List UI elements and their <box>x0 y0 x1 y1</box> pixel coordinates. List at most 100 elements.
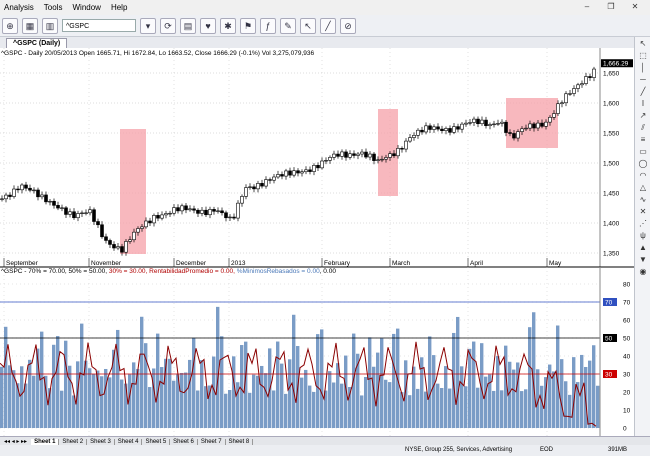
trendline-icon[interactable]: ╱ <box>637 86 649 97</box>
channel-icon[interactable]: ⫽ <box>637 122 649 133</box>
candle-body <box>324 160 328 162</box>
menu-item-tools[interactable]: Tools <box>44 3 63 12</box>
gann-icon[interactable]: ✕ <box>637 206 649 217</box>
candle-body <box>148 220 152 224</box>
symbol-selector[interactable]: ^GSPC <box>62 19 136 32</box>
indicator-pane-header: ^GSPC - 70% = 70.00, 50% = 50.00, 30% = … <box>1 268 336 275</box>
volume-bar <box>80 323 84 428</box>
candle-body <box>480 119 484 125</box>
volume-bar <box>460 366 464 428</box>
heart-icon[interactable]: ♥ <box>200 17 216 34</box>
volume-bar <box>232 356 236 428</box>
volume-bar <box>140 316 144 428</box>
candle-body <box>472 118 476 123</box>
volume-bar <box>500 390 504 428</box>
candle-body <box>152 215 156 224</box>
select-icon[interactable]: ⬚ <box>637 50 649 61</box>
candle-body <box>592 68 596 78</box>
ray-icon[interactable]: ↗ <box>637 110 649 121</box>
candle-body <box>8 194 12 197</box>
formula-icon[interactable]: ƒ <box>260 17 276 34</box>
pointer-icon[interactable]: ↖ <box>637 38 649 49</box>
vertical-line-icon[interactable]: │ <box>637 62 649 73</box>
sheet-tab-1[interactable]: Sheet 1 <box>31 438 60 445</box>
candle-body <box>536 122 540 129</box>
sheet-tab-5[interactable]: Sheet 5 <box>142 438 171 445</box>
layout-icon[interactable]: ▤ <box>180 17 196 34</box>
arrow-up-icon[interactable]: ▲ <box>637 242 649 253</box>
fan-icon[interactable]: ⋰ <box>637 218 649 229</box>
candle-body <box>396 148 400 157</box>
candle-body <box>440 128 444 132</box>
volume-bar <box>552 371 556 428</box>
volume-bar <box>92 373 96 428</box>
cursor-icon[interactable]: ↖ <box>300 17 316 34</box>
menu-item-help[interactable]: Help <box>111 3 127 12</box>
horizontal-line-icon[interactable]: ─ <box>637 74 649 85</box>
volume-bar <box>248 392 252 428</box>
restore-icon[interactable]: ❐ <box>606 2 616 12</box>
volume-bar <box>448 388 452 428</box>
candle-body <box>228 216 232 219</box>
triangle-icon[interactable]: △ <box>637 182 649 193</box>
chart-type-icon[interactable]: ▥ <box>42 17 58 34</box>
x-tick-label: September <box>6 260 39 267</box>
candle-body <box>292 170 296 176</box>
dropdown-icon[interactable]: ▾ <box>140 17 156 34</box>
candle-body <box>488 124 492 126</box>
candle-body <box>88 209 92 214</box>
link-icon[interactable]: ⊘ <box>340 17 356 34</box>
menu-item-analysis[interactable]: Analysis <box>4 3 34 12</box>
pen-icon[interactable]: ✎ <box>280 17 296 34</box>
candle-body <box>252 186 256 190</box>
alert-icon[interactable]: ⚑ <box>240 17 256 34</box>
arrow-down-icon[interactable]: ▼ <box>637 254 649 265</box>
zoom-icon[interactable]: ⊕ <box>2 17 18 34</box>
sheet-tab-2[interactable]: Sheet 2 <box>59 438 88 445</box>
settings-icon[interactable]: ✱ <box>220 17 236 34</box>
candle-body <box>276 174 280 178</box>
candle-body <box>376 159 380 161</box>
candle-body <box>532 123 536 129</box>
candle-body <box>556 103 560 114</box>
close-icon[interactable]: ✕ <box>630 2 640 12</box>
text-tool-icon[interactable]: I <box>637 98 649 109</box>
candle-body <box>256 183 260 190</box>
sheet-tab-3[interactable]: Sheet 3 <box>87 438 115 445</box>
candle-body <box>140 226 144 229</box>
menu-item-window[interactable]: Window <box>72 3 100 12</box>
candle-body <box>560 102 564 105</box>
nav-arrows-icon[interactable]: ◂◂ ◂ ▸ ▸▸ <box>0 438 31 445</box>
rectangle-icon[interactable]: ▭ <box>637 146 649 157</box>
calendar-icon[interactable]: ▦ <box>22 17 38 34</box>
pitchfork-icon[interactable]: ψ <box>637 230 649 241</box>
indicator-tick-label: 0 <box>623 426 627 433</box>
sheet-tab-7[interactable]: Sheet 7 <box>198 438 226 445</box>
volume-bar <box>384 379 388 428</box>
menu-bar: Analysis Tools Window Help – ❐ ✕ <box>0 0 650 15</box>
chart-area[interactable]: 1,650 1,600 1,550 1,500 1,450 1,400 1,350 1,666… <box>0 48 634 447</box>
volume-bar <box>284 393 288 428</box>
minimize-icon[interactable]: – <box>582 2 592 12</box>
sheet-tab-4[interactable]: Sheet 4 <box>115 438 143 445</box>
candle-body <box>468 122 472 124</box>
candle-body <box>216 210 220 212</box>
candle-body <box>128 239 132 242</box>
globe-icon[interactable]: ◉ <box>637 266 649 277</box>
indicator-header-min-exceeded: %MinimosRebasados = 0.00 <box>236 268 320 275</box>
arc-icon[interactable]: ◠ <box>637 170 649 181</box>
last-price-label: 1,666.29 <box>603 61 629 68</box>
volume-bar <box>200 360 204 428</box>
refresh-icon[interactable]: ⟳ <box>160 17 176 34</box>
volume-bar <box>368 337 372 428</box>
line-tool-icon[interactable]: ╱ <box>320 17 336 34</box>
candle-body <box>284 170 288 177</box>
candle-body <box>92 209 96 222</box>
sheet-tab-8[interactable]: Sheet 8 <box>226 438 254 445</box>
sheet-tab-6[interactable]: Sheet 6 <box>170 438 198 445</box>
x-tick-label: May <box>549 260 562 267</box>
cycle-icon[interactable]: ∿ <box>637 194 649 205</box>
fibonacci-icon[interactable]: ≡ <box>637 134 649 145</box>
candle-body <box>352 153 356 156</box>
ellipse-icon[interactable]: ◯ <box>637 158 649 169</box>
